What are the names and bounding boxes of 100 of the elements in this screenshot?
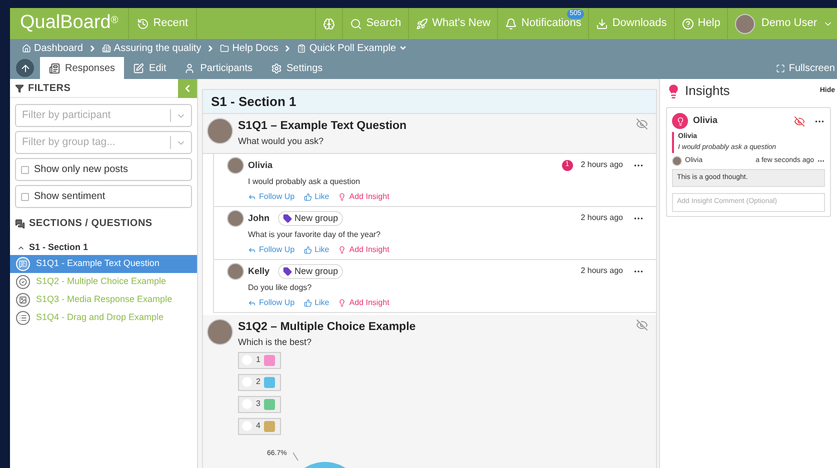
- lightbulb-icon: [338, 192, 346, 201]
- reply-icon: [248, 298, 256, 307]
- group-tag[interactable]: New group: [278, 210, 344, 226]
- breadcrumb-link[interactable]: Help Docs: [220, 40, 278, 56]
- avatar: [207, 318, 233, 345]
- tab[interactable]: Responses: [40, 57, 124, 79]
- filter-select[interactable]: Filter by group tag...: [15, 131, 192, 154]
- post-author: Kelly: [248, 264, 270, 278]
- chevron-icon: [283, 44, 292, 52]
- collapse-button[interactable]: [178, 78, 197, 98]
- lightbulb-icon: [338, 298, 346, 307]
- chevron-icon: [88, 44, 97, 52]
- thumbs-up-icon: [304, 298, 312, 307]
- checkbox[interactable]: [21, 166, 29, 174]
- checkbox[interactable]: [21, 192, 29, 200]
- filter-icon: [15, 84, 24, 92]
- tab[interactable]: Edit: [124, 57, 176, 79]
- leader-line: [293, 452, 299, 460]
- insight-link[interactable]: Add Insight: [338, 296, 390, 309]
- post-author: Olivia: [248, 158, 273, 172]
- logo[interactable]: QualBoard$^{®}$: [10, 9, 128, 38]
- clipboard-icon: [297, 44, 306, 52]
- question-prompt: Which is the best?: [238, 336, 313, 349]
- edit-icon: [133, 62, 144, 74]
- post-text: What is your favorite day of the year?: [248, 228, 382, 241]
- avatar: [207, 118, 233, 144]
- tab[interactable]: Settings: [262, 57, 332, 79]
- download-icon: [596, 18, 608, 30]
- insight-link[interactable]: Add Insight: [338, 190, 390, 203]
- post-author: John: [248, 212, 270, 224]
- insight-link[interactable]: Add Insight: [338, 244, 390, 256]
- post-time: 2 hours ago: [580, 212, 623, 224]
- question-title: S1Q2 – Multiple Choice Example: [238, 320, 417, 335]
- question-item[interactable]: S1Q3 - Media Response Example: [10, 290, 197, 308]
- thumbs-up-icon: [304, 192, 312, 201]
- like-link[interactable]: Like: [304, 244, 330, 256]
- lightbulb-icon: [338, 246, 346, 254]
- like-link[interactable]: Like: [304, 190, 330, 203]
- chat-icon: [15, 218, 25, 228]
- tab[interactable]: Participants: [175, 57, 262, 79]
- tag-icon: [282, 214, 292, 223]
- avatar: [227, 156, 244, 174]
- hidden-eye-icon[interactable]: [636, 118, 648, 130]
- avatar: [227, 210, 244, 227]
- question-type-icon: [16, 256, 30, 270]
- avatar: [227, 262, 244, 280]
- post-time: 2 hours ago: [580, 159, 623, 172]
- question-prompt: What would you ask?: [238, 135, 325, 148]
- breadcrumb-link[interactable]: Assuring the quality: [102, 40, 202, 56]
- hidden-eye-icon[interactable]: [636, 318, 648, 331]
- like-link[interactable]: Like: [304, 296, 330, 309]
- post-text: Do you like dogs?: [248, 282, 313, 294]
- section-header: S1 - Section 1: [203, 90, 656, 114]
- filter-checkbox-row[interactable]: Show sentiment: [15, 185, 192, 208]
- choice-option[interactable]: 4: [238, 418, 281, 434]
- caret-icon: [399, 44, 408, 52]
- history-icon: [137, 18, 150, 30]
- filters-title: FILTERS: [10, 80, 71, 96]
- settings-icon: [270, 62, 282, 74]
- avatar: [672, 156, 682, 166]
- lightbulb-icon: [666, 84, 681, 98]
- home-icon: [22, 44, 31, 52]
- folder-icon: [220, 44, 230, 52]
- choice-option[interactable]: 3: [238, 396, 281, 412]
- rocket-icon: [416, 18, 428, 30]
- group-tag[interactable]: New group: [278, 264, 344, 279]
- choice-option[interactable]: 2: [238, 374, 281, 390]
- lightbulb-icon: [672, 113, 688, 129]
- choice-option[interactable]: 1: [238, 352, 281, 368]
- filter-checkbox-row[interactable]: Show only new posts: [15, 158, 192, 181]
- reply-link[interactable]: Follow Up: [248, 190, 295, 203]
- newspaper-icon: [49, 62, 60, 74]
- reply-icon: [248, 246, 256, 254]
- post-text: I would probably ask a question: [248, 176, 362, 188]
- help-icon: [682, 18, 694, 30]
- sections-title: SECTIONS / QUESTIONS: [10, 216, 197, 231]
- post-time: 2 hours ago: [580, 265, 623, 278]
- fullscreen-button[interactable]: Fullscreen: [776, 57, 837, 79]
- question-type-icon: [16, 292, 30, 306]
- question-item[interactable]: S1Q1 - Example Text Question: [10, 254, 197, 272]
- building-icon: [102, 44, 111, 52]
- thumbs-up-icon: [304, 246, 312, 254]
- insights-title: Insights: [685, 82, 730, 100]
- bell-icon: [505, 18, 518, 30]
- reply-link[interactable]: Follow Up: [248, 244, 295, 256]
- question-item[interactable]: S1Q2 - Multiple Choice Example: [10, 272, 197, 290]
- user-icon: [184, 62, 196, 74]
- question-item[interactable]: S1Q4 - Drag and Drop Example: [10, 308, 197, 326]
- breadcrumb-link[interactable]: Dashboard: [22, 40, 83, 56]
- tag-icon: [282, 266, 292, 276]
- breadcrumb-link[interactable]: Quick Poll Example: [297, 40, 408, 56]
- question-title: S1Q1 – Example Text Question: [238, 119, 408, 134]
- avatar: [735, 14, 756, 34]
- hidden-eye-icon[interactable]: [794, 116, 805, 126]
- reply-link[interactable]: Follow Up: [248, 296, 295, 309]
- chevron-icon: [206, 44, 216, 52]
- question-type-icon: [16, 310, 30, 324]
- filter-select[interactable]: Filter by participant: [15, 104, 192, 127]
- insight-author: Olivia: [693, 114, 718, 128]
- section-toggle[interactable]: S1 - Section 1: [10, 241, 197, 254]
